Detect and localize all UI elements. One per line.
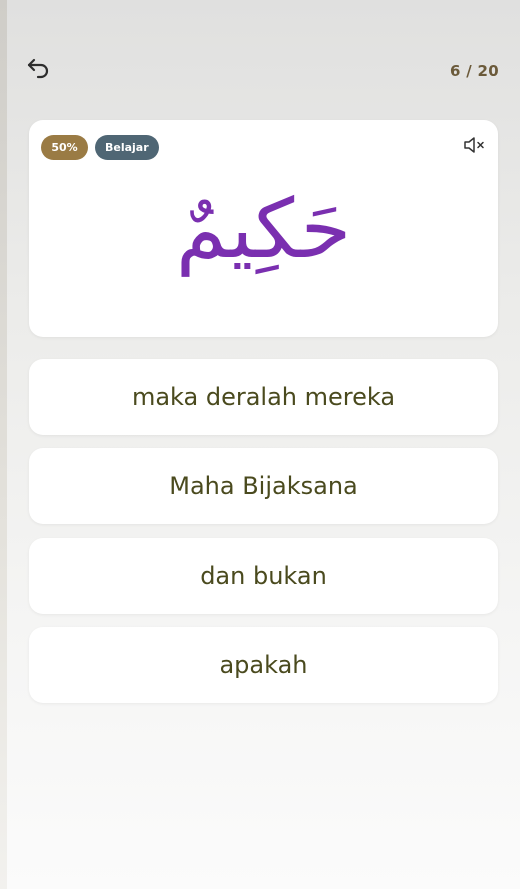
arabic-word: حَكِيمٌ [175,182,352,277]
answer-option-4[interactable]: apakah [29,627,498,703]
answer-option-1[interactable]: maka deralah mereka [29,359,498,435]
word-card: 50% Belajar حَكِيمٌ [29,120,498,337]
answer-option-label: dan bukan [200,562,327,590]
top-bar: 6 / 20 [0,0,520,120]
percent-badge: 50% [41,135,88,160]
left-edge-shadow [0,0,7,889]
answer-option-label: Maha Bijaksana [169,472,358,500]
back-button[interactable] [24,56,54,84]
speaker-muted-icon [463,136,485,158]
answer-option-label: maka deralah mereka [131,383,396,411]
undo-arrow-icon [26,56,52,84]
progress-counter: 6 / 20 [449,62,499,80]
answer-option-2[interactable]: Maha Bijaksana [29,448,498,524]
mute-button[interactable] [462,136,486,158]
answer-option-label: apakah [219,651,308,679]
mode-badge: Belajar [95,135,159,160]
answer-option-3[interactable]: dan bukan [29,538,498,614]
